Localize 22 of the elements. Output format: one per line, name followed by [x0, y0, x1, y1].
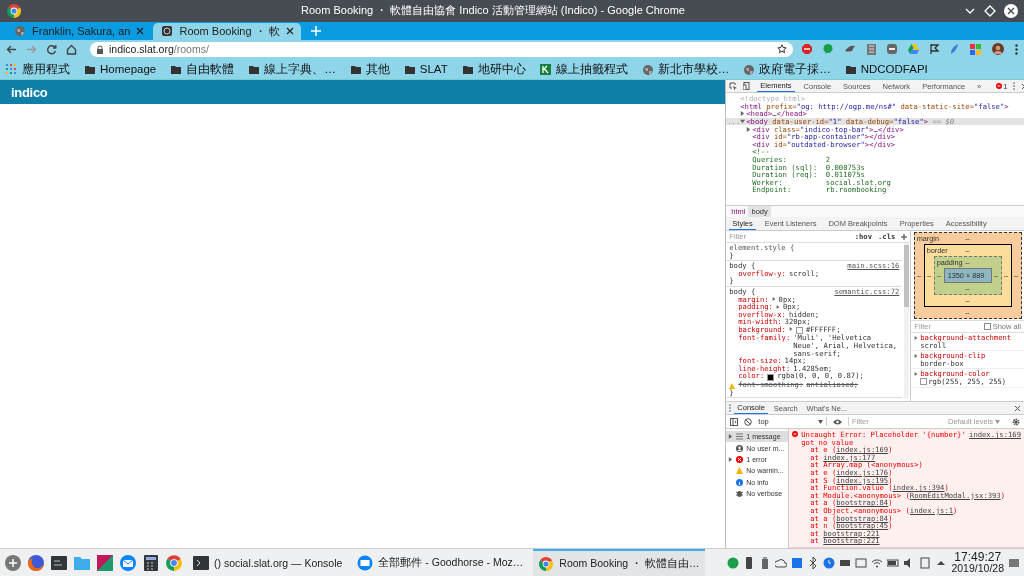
bookmark[interactable]: 政府電子採… [743, 61, 831, 77]
bookmark[interactable]: SLAT [403, 63, 448, 76]
bookmark[interactable]: Homepage [84, 63, 157, 76]
bookmark[interactable]: 新北市學校… [641, 61, 730, 77]
clock-time: 17:49:27 [954, 551, 1002, 563]
bookmark[interactable]: 線上抽籤程式 [539, 61, 628, 77]
bookmark[interactable]: 自由軟體 [170, 61, 235, 77]
task-button[interactable]: Room Booking ・ 軟體自由… [533, 549, 705, 576]
address-bar[interactable]: indico.slat.org/rooms/ [90, 41, 793, 57]
bookmark[interactable]: 線上字典、… [248, 61, 336, 77]
logo[interactable]: indico [11, 84, 48, 100]
clock-date: 2019/10/28 [951, 562, 1004, 574]
url-text: indico.slat.org/rooms/ [109, 43, 210, 56]
bookmark[interactable]: 應用程式 [6, 61, 70, 77]
browser-tab[interactable]: Room Booking ・ 軟 [153, 22, 301, 40]
task-button[interactable]: 全部郵件 - Goodhorse - Moz… [352, 549, 529, 576]
bookmark[interactable]: 其他 [349, 61, 390, 77]
window-title: Room Booking ・ 軟體自由協會 Indico 活動管理網站 (Indico) - Google Chrome [300, 3, 686, 19]
bookmark[interactable]: NDCODFAPI [844, 63, 928, 76]
task-button[interactable]: () social.slat.org — Konsole [188, 549, 348, 576]
bookmark[interactable]: 地研中心 [461, 61, 526, 77]
browser-tab[interactable]: Franklin, Sakura, an [6, 22, 152, 40]
